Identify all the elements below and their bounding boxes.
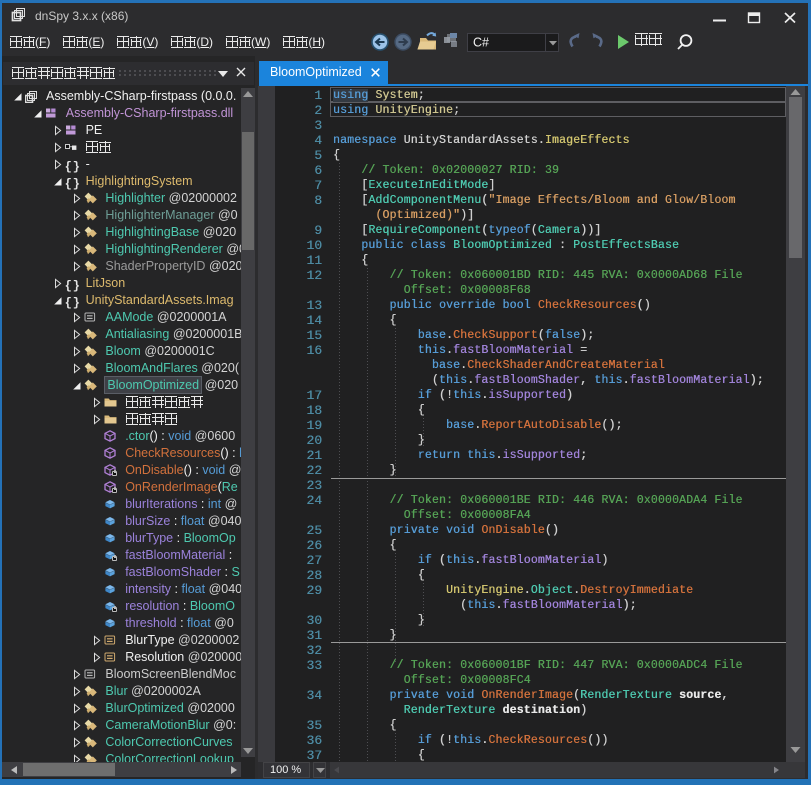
svg-text:C#: C# bbox=[473, 36, 489, 50]
